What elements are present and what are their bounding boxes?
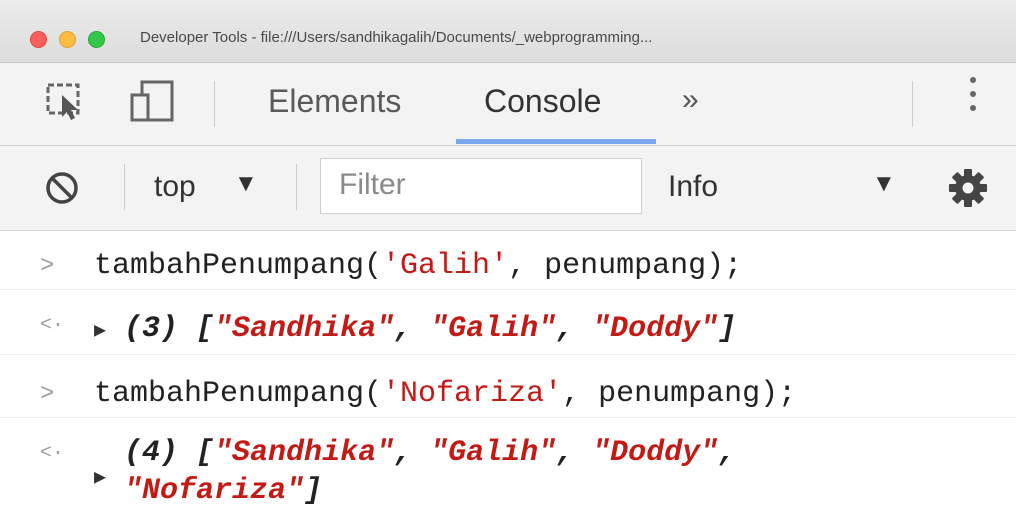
active-tab-indicator: [456, 139, 656, 144]
expand-array-icon[interactable]: ▶: [94, 317, 106, 343]
inspect-element-icon[interactable]: [44, 81, 88, 126]
console-input-row: > tambahPenumpang('Galih', penumpang);: [0, 231, 1016, 290]
console-toolbar: top ▼ Info ▼: [0, 146, 1016, 231]
log-level-dropdown-icon[interactable]: ▼: [872, 170, 896, 198]
array-preview-continued[interactable]: "Nofariza"]: [124, 474, 322, 508]
maximize-window-button[interactable]: [88, 31, 105, 48]
close-window-button[interactable]: [30, 31, 47, 48]
console-output-row: <· ▶ (3) ["Sandhika", "Galih", "Doddy"]: [0, 290, 1016, 355]
filter-input[interactable]: [321, 159, 639, 211]
toolbar-divider: [124, 164, 125, 210]
kebab-menu-icon[interactable]: [968, 77, 980, 119]
toolbar-divider: [912, 81, 913, 127]
array-preview[interactable]: (4) ["Sandhika", "Galih", "Doddy",: [124, 436, 736, 470]
window-title: Developer Tools - file:///Users/sandhika…: [140, 29, 653, 46]
input-prompt-icon: >: [40, 381, 55, 408]
devtools-tabbar: Elements Console »: [0, 63, 1016, 146]
window-titlebar: Developer Tools - file:///Users/sandhika…: [0, 0, 1016, 63]
filter-field[interactable]: [320, 158, 642, 214]
tab-elements[interactable]: Elements: [268, 83, 401, 120]
console-output: > tambahPenumpang('Galih', penumpang); <…: [0, 231, 1016, 517]
device-toggle-icon[interactable]: [128, 79, 178, 128]
more-tabs-button[interactable]: »: [682, 83, 699, 117]
output-prompt-icon: <·: [40, 442, 65, 465]
log-level-selector[interactable]: Info: [668, 170, 718, 204]
input-prompt-icon: >: [40, 253, 55, 280]
console-input-row: > tambahPenumpang('Nofariza', penumpang)…: [0, 355, 1016, 418]
expand-array-icon[interactable]: ▶: [94, 464, 106, 490]
toolbar-divider: [296, 164, 297, 210]
clear-console-icon[interactable]: [44, 170, 80, 211]
console-output-row: <· ▶ (4) ["Sandhika", "Galih", "Doddy", …: [0, 418, 1016, 517]
toolbar-divider: [214, 81, 215, 127]
context-selector[interactable]: top: [154, 170, 196, 204]
console-command[interactable]: tambahPenumpang('Galih', penumpang);: [94, 249, 742, 283]
context-dropdown-icon[interactable]: ▼: [234, 170, 258, 198]
console-command[interactable]: tambahPenumpang('Nofariza', penumpang);: [94, 377, 796, 411]
minimize-window-button[interactable]: [59, 31, 76, 48]
settings-gear-icon[interactable]: [946, 166, 990, 215]
output-prompt-icon: <·: [40, 314, 65, 337]
array-preview[interactable]: (3) ["Sandhika", "Galih", "Doddy"]: [124, 312, 736, 346]
tab-console[interactable]: Console: [484, 83, 601, 120]
